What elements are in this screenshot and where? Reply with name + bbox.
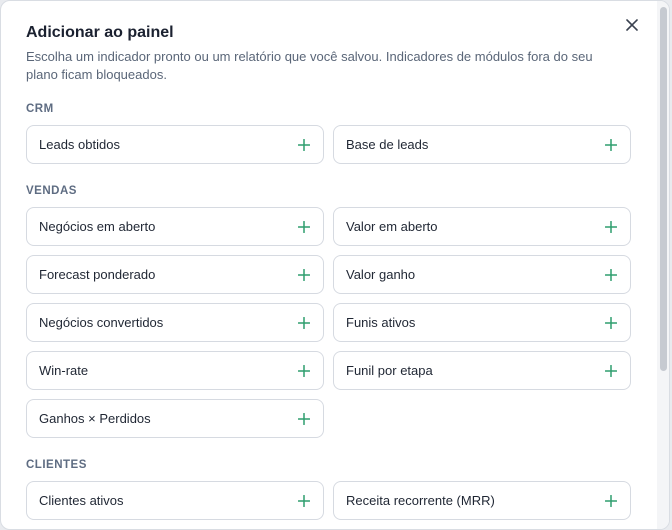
plus-icon <box>297 138 311 152</box>
indicator-card[interactable]: Clientes ativos <box>26 481 324 520</box>
section-label-vendas: VENDAS <box>26 185 77 197</box>
indicator-card[interactable]: Funil por etapa <box>333 351 631 390</box>
indicator-card[interactable]: Negócios convertidos <box>26 303 324 342</box>
indicator-card[interactable]: Negócios em aberto <box>26 207 324 246</box>
section-label-clientes: CLIENTES <box>26 459 87 471</box>
indicator-label: Forecast ponderado <box>39 267 156 282</box>
indicator-card[interactable]: Base de leads <box>333 125 631 164</box>
plus-icon <box>604 138 618 152</box>
dialog-header: Adicionar ao painel Escolha um indicador… <box>26 23 626 84</box>
indicator-label: Ganhos × Perdidos <box>39 411 151 426</box>
plus-icon <box>604 220 618 234</box>
plus-icon <box>604 268 618 282</box>
indicator-card[interactable]: Win-rate <box>26 351 324 390</box>
indicator-card[interactable]: Forecast ponderado <box>26 255 324 294</box>
close-button[interactable] <box>623 16 641 34</box>
dialog-subtitle: Escolha um indicador pronto ou um relató… <box>26 49 593 82</box>
plus-icon <box>297 268 311 282</box>
plus-icon <box>604 316 618 330</box>
indicator-label: Negócios convertidos <box>39 315 164 330</box>
add-to-dashboard-dialog: Adicionar ao painel Escolha um indicador… <box>0 0 670 530</box>
indicator-label: Receita recorrente (MRR) <box>346 493 495 508</box>
plus-icon <box>297 220 311 234</box>
indicator-card[interactable]: Leads obtidos <box>26 125 324 164</box>
indicator-label: Clientes ativos <box>39 493 124 508</box>
dialog-title: Adicionar ao painel <box>26 24 174 41</box>
plus-icon <box>604 364 618 378</box>
plus-icon <box>297 494 311 508</box>
scrollbar-thumb[interactable] <box>660 7 667 371</box>
plus-icon <box>297 316 311 330</box>
plus-icon <box>297 412 311 426</box>
indicator-label: Funil por etapa <box>346 363 433 378</box>
indicator-card[interactable]: Valor ganho <box>333 255 631 294</box>
indicator-card[interactable]: Valor em aberto <box>333 207 631 246</box>
indicator-label: Valor ganho <box>346 267 416 282</box>
plus-icon <box>604 494 618 508</box>
indicator-label: Win-rate <box>39 363 89 378</box>
indicator-label: Funis ativos <box>346 315 416 330</box>
indicator-card[interactable]: Funis ativos <box>333 303 631 342</box>
indicator-label: Valor em aberto <box>346 219 438 234</box>
indicator-label: Leads obtidos <box>39 137 120 152</box>
section-label-crm: CRM <box>26 103 54 115</box>
plus-icon <box>297 364 311 378</box>
indicator-label: Base de leads <box>346 137 429 152</box>
scrollbar[interactable] <box>657 1 669 529</box>
close-icon <box>626 19 638 31</box>
indicator-card[interactable]: Receita recorrente (MRR) <box>333 481 631 520</box>
indicator-label: Negócios em aberto <box>39 219 156 234</box>
indicator-card[interactable]: Ganhos × Perdidos <box>26 399 324 438</box>
